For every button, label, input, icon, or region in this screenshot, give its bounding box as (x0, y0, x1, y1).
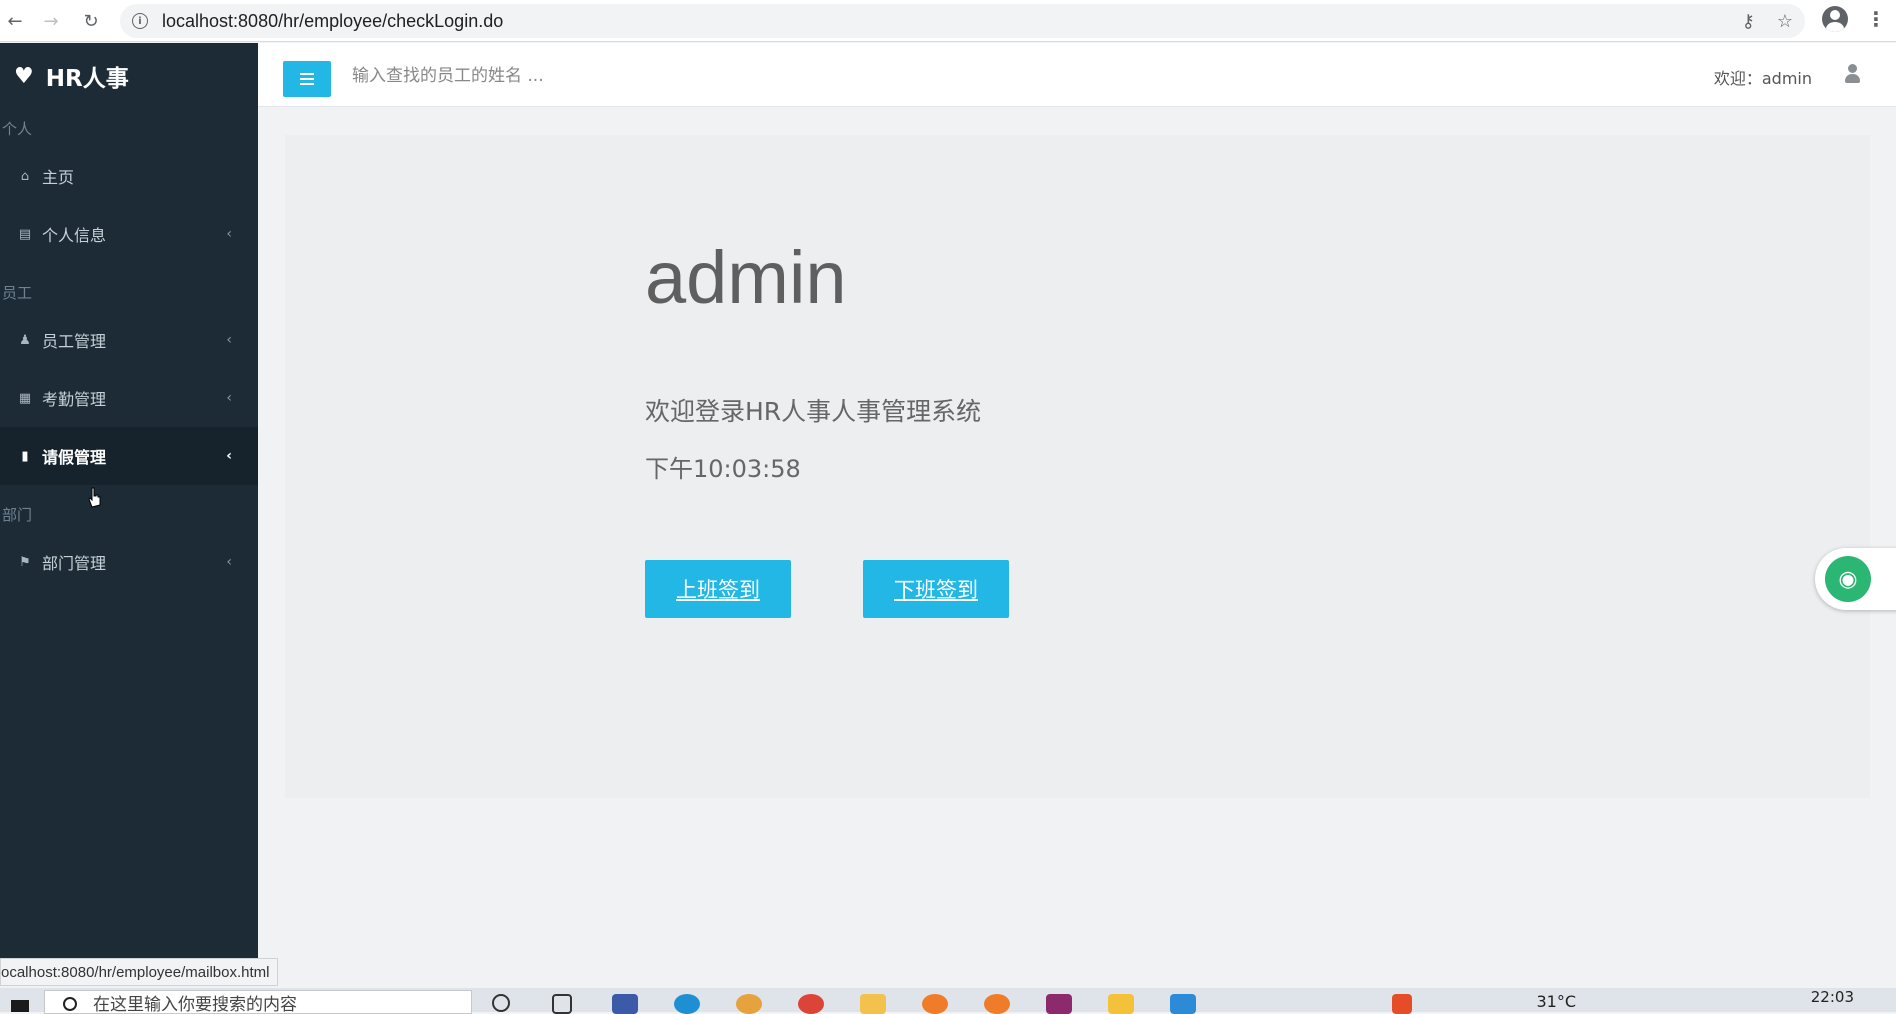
search-icon (63, 997, 77, 1011)
sidebar-item-label: 部门管理 (42, 554, 107, 573)
menu-toggle-button[interactable] (283, 61, 331, 97)
info-icon[interactable]: i (132, 13, 148, 29)
sidebar-item-label: 个人信息 (42, 226, 107, 245)
task-view-icon[interactable] (552, 994, 572, 1014)
edge-icon[interactable] (674, 994, 700, 1014)
calendar-icon: ▦ (18, 390, 32, 406)
current-time: 下午10:03:58 (645, 455, 801, 483)
taskbar-clock: 22:03 (1810, 988, 1854, 1006)
intellij-icon[interactable] (1046, 994, 1072, 1014)
wifi-icon: ◉ (1825, 556, 1871, 602)
app-icon-2[interactable] (922, 994, 948, 1014)
brand-logo[interactable]: ♥ HR人事 (0, 43, 258, 109)
sidebar-item-personal-info[interactable]: ▤ 个人信息 ‹ (0, 205, 258, 263)
heartbeat-icon: ♥ (14, 63, 34, 89)
section-label-department: 部门 (2, 505, 33, 524)
welcome-panel: admin 欢迎登录HR人事人事管理系统 下午10:03:58 上班签到 下班签… (285, 135, 1870, 798)
home-icon: ⌂ (20, 168, 30, 184)
section-label-employee: 员工 (2, 283, 33, 302)
forward-button[interactable]: → (36, 6, 66, 36)
user-icon: ♟ (19, 332, 31, 348)
sidebar-item-label: 请假管理 (42, 448, 107, 467)
address-bar[interactable]: i localhost:8080/hr/employee/checkLogin.… (120, 4, 1805, 38)
user-icon[interactable] (1844, 63, 1862, 85)
key-icon[interactable]: ⚷ (1742, 11, 1755, 32)
sidebar: ♥ HR人事 个人 ⌂ 主页 ▤ 个人信息 ‹ 员工 ♟ 员工管理 ‹ ▦ 考勤… (0, 43, 258, 968)
html5-icon[interactable] (1392, 994, 1412, 1014)
back-button[interactable]: ← (0, 6, 30, 36)
sidebar-item-department-management[interactable]: ⚑ 部门管理 ‹ (0, 533, 258, 591)
employee-search-input[interactable] (352, 61, 752, 91)
windows-taskbar: 在这里输入你要搜索的内容 31°C 22:03 (0, 988, 1896, 1014)
sidebar-item-attendance-management[interactable]: ▦ 考勤管理 ‹ (0, 369, 258, 427)
chevron-left-icon: ‹ (226, 226, 232, 242)
check-out-button[interactable]: 下班签到 (863, 560, 1009, 618)
section-label-personal: 个人 (2, 119, 33, 138)
chrome-icon[interactable] (798, 994, 824, 1014)
hand-cursor-icon (88, 487, 101, 508)
taskbar-search-text: 在这里输入你要搜索的内容 (93, 994, 297, 1014)
app-icon-4[interactable] (1108, 994, 1134, 1014)
sidebar-item-label: 考勤管理 (42, 390, 107, 409)
chevron-left-icon: ‹ (226, 332, 232, 348)
windows-icon (11, 1000, 29, 1012)
app-icon-3[interactable] (984, 994, 1010, 1014)
sidebar-item-leave-management[interactable]: ▮ 请假管理 ‹ (0, 427, 258, 485)
photos-icon[interactable] (1170, 994, 1196, 1014)
sidebar-item-label: 员工管理 (42, 332, 107, 351)
top-header: 欢迎：admin (258, 43, 1896, 107)
sidebar-item-label: 主页 (42, 168, 75, 187)
floating-network-widget[interactable]: ◉ (1815, 548, 1896, 610)
cortana-icon[interactable] (492, 994, 510, 1012)
welcome-message: 欢迎登录HR人事人事管理系统 (645, 397, 982, 426)
more-menu-icon[interactable]: ⋮ (1866, 7, 1886, 31)
folder-icon[interactable] (860, 994, 886, 1014)
weather-temperature: 31°C (1536, 992, 1576, 1011)
brand-title: HR人事 (45, 66, 129, 92)
id-card-icon: ▤ (18, 226, 32, 242)
browser-toolbar: ← → ↻ i localhost:8080/hr/employee/check… (0, 0, 1896, 42)
welcome-text: 欢迎：admin (1713, 69, 1812, 88)
status-bar-url: ocalhost:8080/hr/employee/mailbox.html (0, 958, 279, 986)
check-in-button[interactable]: 上班签到 (645, 560, 791, 618)
taskbar-search[interactable]: 在这里输入你要搜索的内容 (44, 990, 472, 1014)
sidebar-item-employee-management[interactable]: ♟ 员工管理 ‹ (0, 311, 258, 369)
user-name-heading: admin (645, 236, 847, 319)
star-icon[interactable]: ☆ (1777, 11, 1793, 32)
arrow-left-icon: ← (7, 10, 23, 32)
arrow-right-icon: → (43, 10, 59, 32)
app-icon-1[interactable] (612, 994, 638, 1014)
reload-button[interactable]: ↻ (76, 6, 106, 36)
profile-avatar-icon[interactable] (1822, 6, 1848, 32)
sitemap-icon: ⚑ (19, 554, 31, 570)
bookmark-icon: ▮ (21, 448, 29, 464)
chevron-left-icon: ‹ (226, 448, 232, 464)
url-text: localhost:8080/hr/employee/checkLogin.do (162, 10, 504, 31)
reload-icon: ↻ (83, 10, 99, 32)
chevron-left-icon: ‹ (226, 554, 232, 570)
start-button[interactable] (0, 988, 40, 1012)
sidebar-item-home[interactable]: ⌂ 主页 (0, 147, 258, 205)
chevron-left-icon: ‹ (226, 390, 232, 406)
ie-icon[interactable] (736, 994, 762, 1014)
